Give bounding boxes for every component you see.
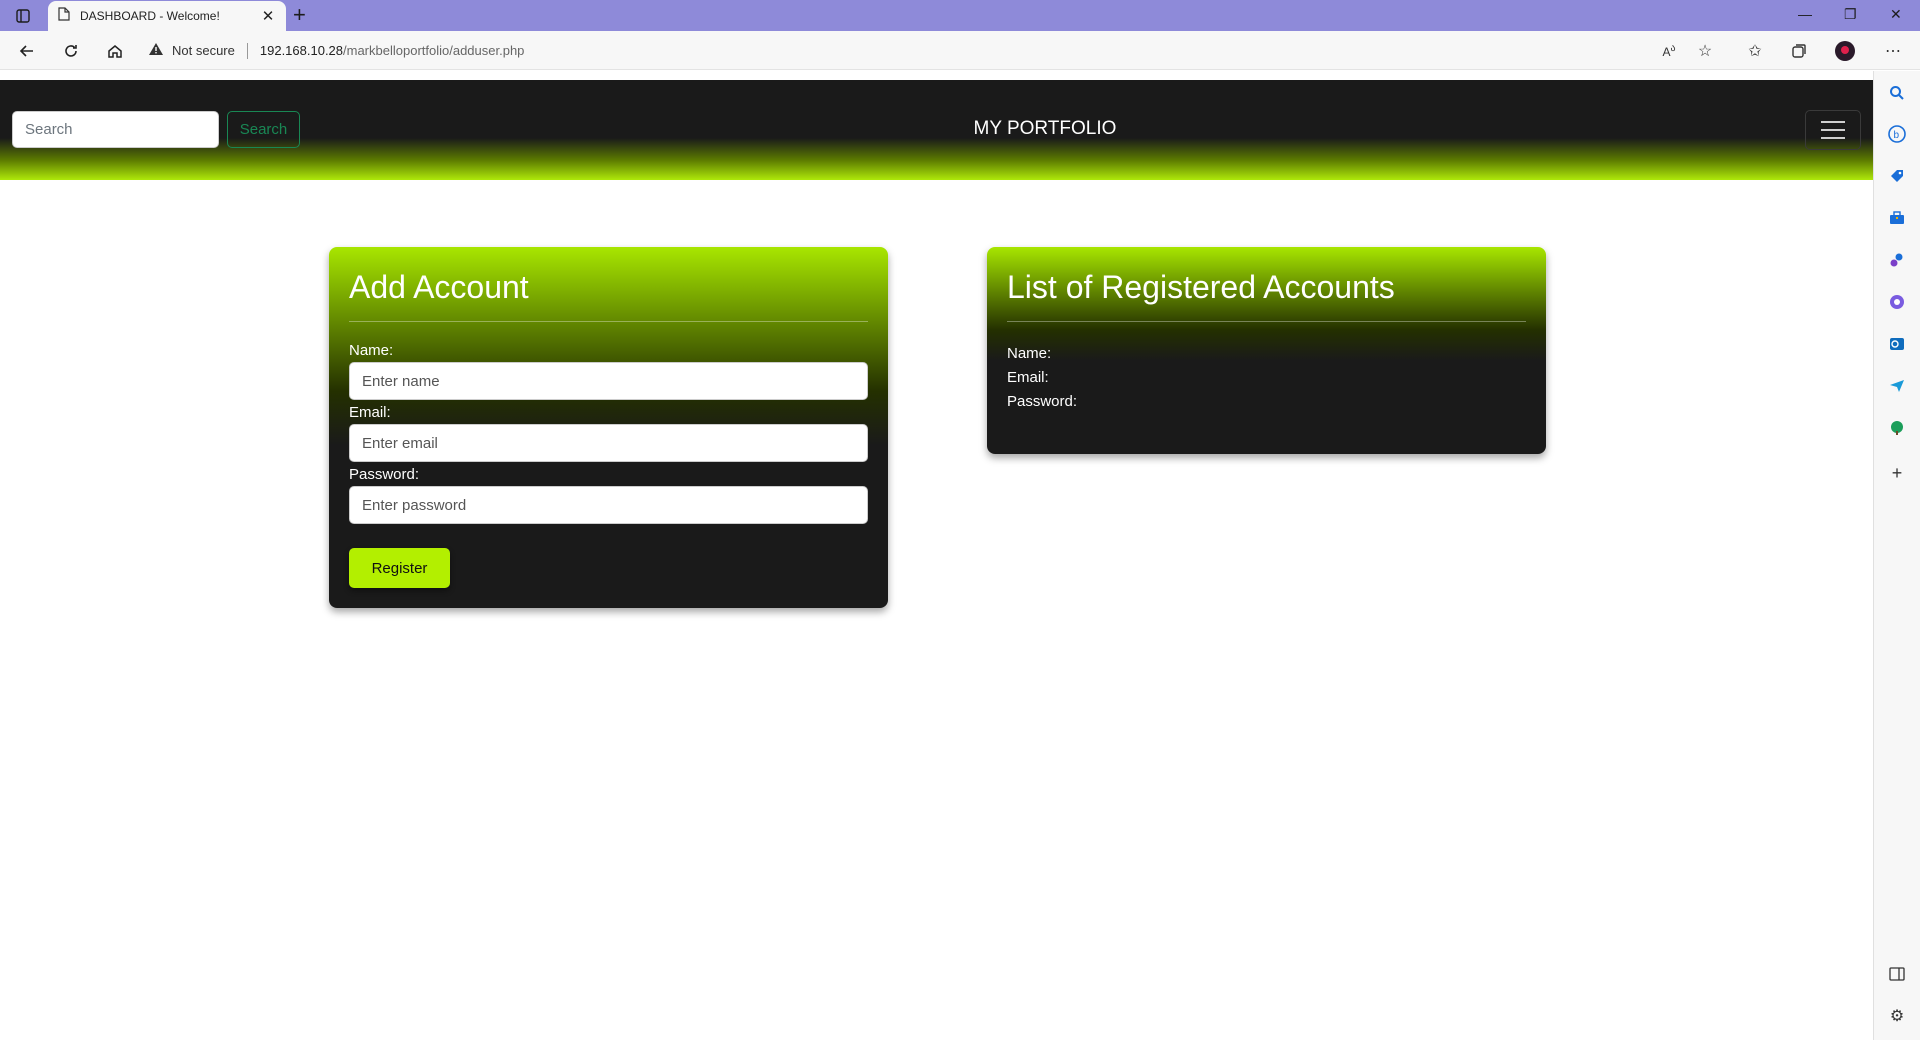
outlook-icon[interactable] [1887,334,1907,354]
shopping-tag-icon[interactable] [1887,166,1907,186]
sidebar-layout-icon[interactable] [1887,964,1907,984]
tab-actions-icon[interactable] [12,6,34,26]
email-label: Email: [349,404,391,421]
office-icon[interactable] [1887,292,1907,312]
email-input[interactable] [349,424,868,462]
tab-close-icon[interactable]: ✕ [260,7,276,25]
favorites-icon[interactable]: ✩ [1744,40,1766,62]
card-divider [1007,321,1526,322]
account-password-label: Password: [1007,393,1078,410]
tree-icon[interactable] [1887,418,1907,438]
hamburger-menu-icon[interactable] [1805,110,1861,150]
collections-icon[interactable] [1788,40,1810,62]
site-brand[interactable]: MY PORTFOLIO [0,118,1920,140]
new-tab-icon[interactable]: + [293,3,306,27]
address-divider [246,42,248,59]
register-button[interactable]: Register [349,548,450,588]
send-icon[interactable] [1887,376,1907,396]
search-icon[interactable] [1887,83,1907,103]
browser-tab[interactable]: DASHBOARD - Welcome! ✕ [48,1,286,31]
tab-title: DASHBOARD - Welcome! [80,9,220,23]
restore-icon[interactable]: ❐ [1844,6,1857,23]
security-status[interactable]: Not secure [172,43,235,58]
browser-sidebar: b + ⚙ [1873,71,1920,1040]
refresh-icon[interactable] [60,40,82,62]
name-input[interactable] [349,362,868,400]
warning-icon[interactable] [148,42,164,59]
site-navbar: Search MY PORTFOLIO [0,80,1873,180]
account-name-label: Name: [1007,345,1052,362]
window-close-icon[interactable]: ✕ [1890,6,1902,23]
name-label: Name: [349,342,394,359]
profile-avatar[interactable] [1834,40,1856,62]
add-favorite-icon[interactable]: ☆ [1694,40,1716,62]
settings-gear-icon[interactable]: ⚙ [1887,1006,1907,1026]
password-label: Password: [349,466,420,483]
tools-icon[interactable] [1887,208,1907,228]
page-content: Search MY PORTFOLIO Add Account Name: Em… [0,80,1873,1040]
browser-toolbar: Not secure 192.168.10.28 /markbelloportf… [0,31,1920,70]
address-bar[interactable]: Not secure 192.168.10.28 /markbelloportf… [148,35,1638,66]
account-email-label: Email: [1007,369,1049,386]
add-account-card: Add Account Name: Email: Password: Regis… [329,247,888,608]
registered-accounts-card: List of Registered Accounts Name: Email:… [987,247,1546,454]
home-icon[interactable] [104,40,126,62]
browser-tab-bar: DASHBOARD - Welcome! ✕ + — ❐ ✕ [0,0,1920,31]
back-icon[interactable] [16,40,38,62]
page-icon [58,6,70,26]
card-divider [349,321,868,322]
games-icon[interactable] [1887,250,1907,270]
minimize-icon[interactable]: — [1798,6,1812,22]
password-input[interactable] [349,486,868,524]
registered-accounts-title: List of Registered Accounts [1007,269,1395,305]
add-account-title: Add Account [349,269,529,305]
url-path[interactable]: /markbelloportfolio/adduser.php [343,43,524,58]
add-sidebar-icon[interactable]: + [1887,463,1907,483]
read-aloud-icon[interactable]: Aა [1658,40,1680,62]
more-options-icon[interactable]: ⋯ [1882,40,1904,62]
url-host[interactable]: 192.168.10.28 [260,43,343,58]
